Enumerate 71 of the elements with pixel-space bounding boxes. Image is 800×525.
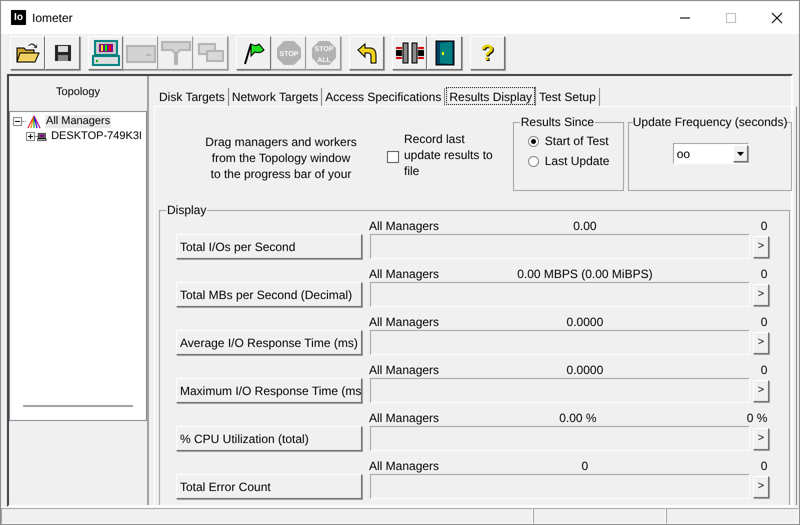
target-label: All Managers — [369, 267, 440, 281]
metric-button[interactable]: Average I/O Response Time (ms) — [176, 330, 362, 355]
metric-button[interactable]: % CPU Utilization (total) — [176, 426, 362, 451]
max-label: 0 — [760, 315, 768, 329]
radio-label: Start of Test — [544, 133, 609, 150]
metric-button[interactable]: Total MBs per Second (Decimal) — [176, 282, 362, 307]
max-label: 0 — [760, 459, 768, 473]
tree-item[interactable]: DESKTOP-749K3I — [50, 130, 143, 143]
network-icon — [160, 40, 190, 66]
drive-icon — [126, 42, 156, 64]
checkbox-label: Record last update results to file — [404, 131, 493, 180]
expand-icon[interactable] — [26, 132, 35, 141]
metric-button[interactable]: Total Error Count — [176, 474, 362, 499]
expand-button[interactable]: > — [753, 236, 769, 258]
target-label: All Managers — [369, 219, 440, 233]
collapse-icon[interactable] — [13, 117, 22, 126]
target-label: All Managers — [369, 315, 440, 329]
radio-button[interactable] — [528, 136, 539, 146]
group-title: Update Frequency (seconds) — [632, 114, 788, 131]
metric-button[interactable]: Maximum I/O Response Time (ms — [176, 378, 362, 403]
plug-arrows-icon — [394, 41, 424, 65]
group-title: Results Since — [520, 114, 596, 131]
max-label: 0 — [760, 363, 768, 377]
window-title: Iometer — [32, 10, 73, 26]
value-label: 0.00 % — [558, 411, 598, 425]
toolbar-button[interactable] — [236, 36, 271, 70]
metric-button[interactable]: Total I/Os per Second — [176, 234, 362, 259]
radio-button[interactable] — [528, 156, 539, 166]
expand-button[interactable]: > — [753, 380, 769, 402]
expand-button[interactable]: > — [753, 476, 769, 498]
toolbar-button[interactable] — [45, 36, 80, 70]
toolbar-button[interactable] — [88, 36, 123, 70]
max-label: 0 % — [746, 411, 768, 425]
value-label: 0.0000 — [566, 315, 604, 329]
value-label: 0 — [580, 459, 590, 473]
target-label: All Managers — [369, 363, 440, 377]
topology-title: Topology — [56, 85, 100, 100]
instructions-text: Drag managers and workers from the Topology window to the progress bar of your — [204, 134, 358, 183]
tree-item[interactable]: All Managers — [45, 115, 112, 128]
max-label: 0 — [760, 267, 768, 281]
frequency-dropdown[interactable]: oo — [672, 143, 749, 164]
expand-button[interactable]: > — [753, 284, 769, 306]
value-label: 0.00 — [572, 219, 598, 233]
radio-label: Last Update — [544, 153, 610, 170]
toolbar-button[interactable] — [349, 36, 384, 70]
checkbox[interactable] — [387, 151, 399, 163]
windows-icon — [198, 43, 224, 63]
door-icon — [434, 40, 454, 66]
computer-icon — [92, 40, 120, 66]
tab[interactable]: Test Setup — [536, 88, 600, 106]
tab[interactable]: Results Display — [445, 86, 536, 106]
toolbar-button[interactable] — [392, 36, 427, 70]
app-logo: Io — [11, 10, 26, 25]
question-mark-icon: ? — [480, 42, 494, 64]
max-label: 0 — [760, 219, 768, 233]
toolbar-button[interactable] — [10, 36, 45, 70]
flag-icon — [242, 41, 264, 65]
curved-arrow-icon — [356, 42, 378, 64]
target-label: All Managers — [369, 411, 440, 425]
expand-button[interactable]: > — [753, 332, 769, 354]
value-label: 0.00 MBPS (0.00 MiBPS) — [516, 267, 654, 281]
rainbow-icon — [26, 114, 42, 128]
dropdown-arrow-icon — [736, 152, 744, 156]
value-label: 0.0000 — [566, 363, 604, 377]
expand-button[interactable]: > — [753, 428, 769, 450]
target-label: All Managers — [369, 459, 440, 473]
folder-icon — [16, 42, 40, 64]
group-title: Display — [166, 202, 208, 219]
close-icon[interactable] — [771, 12, 783, 24]
tab[interactable]: Access Specifications — [322, 88, 446, 106]
toolbar-button[interactable] — [427, 36, 462, 70]
